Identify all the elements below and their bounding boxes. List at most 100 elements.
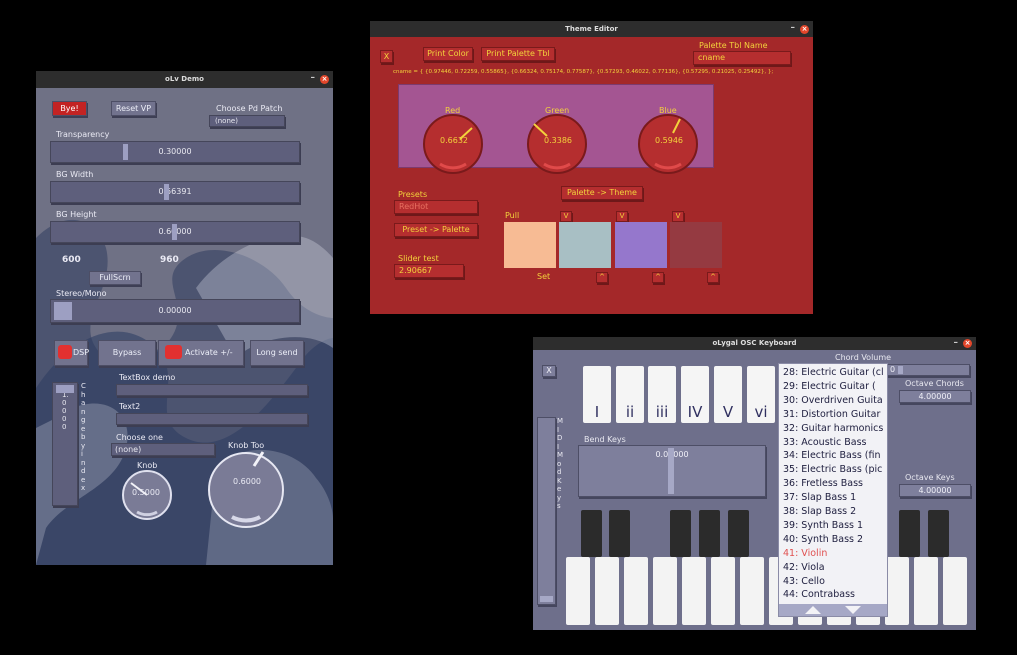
chord-key-v[interactable]: V xyxy=(714,366,742,423)
close-icon[interactable]: × xyxy=(800,25,809,34)
chord-volume-slider[interactable]: 0 xyxy=(883,364,970,376)
transparency-slider[interactable]: 0.30000 xyxy=(50,141,300,163)
keyboard-titlebar[interactable]: oLygal OSC Keyboard – × xyxy=(533,337,976,350)
choose-one-select[interactable]: (none) xyxy=(111,443,215,456)
white-key[interactable] xyxy=(682,557,706,625)
instrument-list-item[interactable]: 42: Viola xyxy=(783,562,825,573)
instrument-list-item[interactable]: 36: Fretless Bass xyxy=(783,478,863,489)
instrument-list-item[interactable]: 34: Electric Bass (fin xyxy=(783,450,881,461)
palette-name-input[interactable]: cname xyxy=(693,51,791,65)
reset-vp-button[interactable]: Reset VP xyxy=(111,101,156,116)
swatch2-up-button[interactable]: ^ xyxy=(596,272,608,283)
keyboard-x-button[interactable]: X xyxy=(542,365,556,377)
white-key[interactable] xyxy=(914,557,938,625)
chord-key-ii[interactable]: ii xyxy=(616,366,644,423)
swatch4-up-button[interactable]: ^ xyxy=(707,272,719,283)
close-icon[interactable]: × xyxy=(963,339,972,348)
black-key[interactable] xyxy=(899,510,920,557)
swatch3-down-button[interactable]: V xyxy=(616,211,628,222)
long-send-button[interactable]: Long send xyxy=(250,340,304,366)
stereo-mono-thumb[interactable] xyxy=(54,302,72,320)
slider-test-slider[interactable]: 2.90667 xyxy=(394,264,464,278)
instrument-list-item[interactable]: 40: Synth Bass 2 xyxy=(783,534,863,545)
palette-to-theme-button[interactable]: Palette -> Theme xyxy=(561,186,643,200)
black-key[interactable] xyxy=(670,510,691,557)
stereo-mono-slider[interactable]: 0.00000 xyxy=(50,299,300,323)
black-key[interactable] xyxy=(581,510,602,557)
olv-titlebar[interactable]: oLv Demo – × xyxy=(36,71,333,88)
instrument-list-item[interactable]: 37: Slap Bass 1 xyxy=(783,492,856,503)
white-key[interactable] xyxy=(943,557,967,625)
black-key[interactable] xyxy=(728,510,749,557)
bypass-toggle[interactable]: Bypass xyxy=(98,340,156,366)
chord-volume-thumb[interactable] xyxy=(898,366,903,374)
black-key[interactable] xyxy=(928,510,949,557)
white-key[interactable] xyxy=(595,557,619,625)
white-key[interactable] xyxy=(885,557,909,625)
white-key[interactable] xyxy=(653,557,677,625)
instrument-list-item[interactable]: 32: Guitar harmonics xyxy=(783,423,883,434)
instrument-list-item[interactable]: 43: Cello xyxy=(783,576,825,587)
knob-too-dial[interactable] xyxy=(206,450,286,530)
instrument-list-scroll-bar[interactable] xyxy=(779,604,887,616)
instrument-list-item[interactable]: 33: Acoustic Bass xyxy=(783,437,867,448)
instrument-list-item[interactable]: 29: Electric Guitar ( xyxy=(783,381,876,392)
bend-keys-slider[interactable]: 0.00000 xyxy=(578,445,766,497)
white-key[interactable] xyxy=(740,557,764,625)
black-key[interactable] xyxy=(699,510,720,557)
minimize-icon[interactable]: – xyxy=(311,71,316,86)
instrument-list-item[interactable]: 30: Overdriven Guita xyxy=(783,395,883,406)
palette-swatch-4[interactable] xyxy=(670,222,722,268)
print-color-button[interactable]: Print Color xyxy=(423,47,473,61)
chord-key-iii[interactable]: iii xyxy=(648,366,676,423)
instrument-list-item[interactable]: 41: Violin xyxy=(783,548,827,559)
white-key[interactable] xyxy=(566,557,590,625)
instrument-list-item[interactable]: 39: Synth Bass 1 xyxy=(783,520,863,531)
scroll-down-icon[interactable] xyxy=(845,606,861,614)
midi-mod-slider[interactable] xyxy=(537,417,556,605)
swatch4-down-button[interactable]: V xyxy=(672,211,684,222)
activate-toggle[interactable]: Activate +/- xyxy=(158,340,244,366)
index-slider-thumb[interactable] xyxy=(56,385,74,393)
presets-select[interactable]: RedHot xyxy=(394,200,478,214)
octave-keys-stepper[interactable]: 4.00000 xyxy=(899,484,971,497)
bg-height-thumb[interactable] xyxy=(172,224,177,240)
bye-button[interactable]: Bye! xyxy=(52,101,87,116)
theme-titlebar[interactable]: Theme Editor – × xyxy=(370,21,813,37)
instrument-list-item[interactable]: 31: Distortion Guitar xyxy=(783,409,880,420)
chord-key-i[interactable]: I xyxy=(583,366,611,423)
text2-input[interactable] xyxy=(116,413,308,425)
bg-width-thumb[interactable] xyxy=(164,184,169,200)
chord-key-iv[interactable]: IV xyxy=(681,366,709,423)
midi-mod-thumb[interactable] xyxy=(540,596,553,602)
bg-height-slider[interactable]: 0.60000 xyxy=(50,221,300,243)
palette-swatch-2[interactable] xyxy=(559,222,611,268)
index-vertical-slider[interactable]: 1.0000 xyxy=(52,382,78,506)
print-palette-button[interactable]: Print Palette Tbl xyxy=(481,47,555,61)
white-key[interactable] xyxy=(711,557,735,625)
palette-swatch-1[interactable] xyxy=(504,222,556,268)
instrument-list[interactable]: 28: Electric Guitar (cl 29: Electric Guit… xyxy=(778,363,888,617)
dsp-toggle[interactable]: DSP xyxy=(54,340,89,366)
chord-key-vi[interactable]: vi xyxy=(747,366,775,423)
textbox-demo-input[interactable] xyxy=(116,384,308,396)
transparency-thumb[interactable] xyxy=(123,144,128,160)
instrument-list-item[interactable]: 35: Electric Bass (pic xyxy=(783,464,882,475)
close-icon[interactable]: × xyxy=(320,75,329,84)
swatch3-up-button[interactable]: ^ xyxy=(652,272,664,283)
theme-x-button[interactable]: X xyxy=(380,50,393,63)
patch-select[interactable]: (none) xyxy=(209,115,285,127)
instrument-list-item[interactable]: 28: Electric Guitar (cl xyxy=(783,367,884,378)
minimize-icon[interactable]: – xyxy=(954,337,959,349)
bend-keys-thumb[interactable] xyxy=(668,448,674,494)
octave-chords-stepper[interactable]: 4.00000 xyxy=(899,390,971,403)
minimize-icon[interactable]: – xyxy=(791,21,796,36)
fullscreen-button[interactable]: FullScrn xyxy=(89,271,141,285)
instrument-list-item[interactable]: 38: Slap Bass 2 xyxy=(783,506,856,517)
white-key[interactable] xyxy=(624,557,648,625)
bg-width-slider[interactable]: 0.56391 xyxy=(50,181,300,203)
instrument-list-item[interactable]: 44: Contrabass xyxy=(783,589,855,600)
swatch2-down-button[interactable]: V xyxy=(560,211,572,222)
preset-to-palette-button[interactable]: Preset -> Palette xyxy=(394,223,478,237)
palette-swatch-3[interactable] xyxy=(615,222,667,268)
